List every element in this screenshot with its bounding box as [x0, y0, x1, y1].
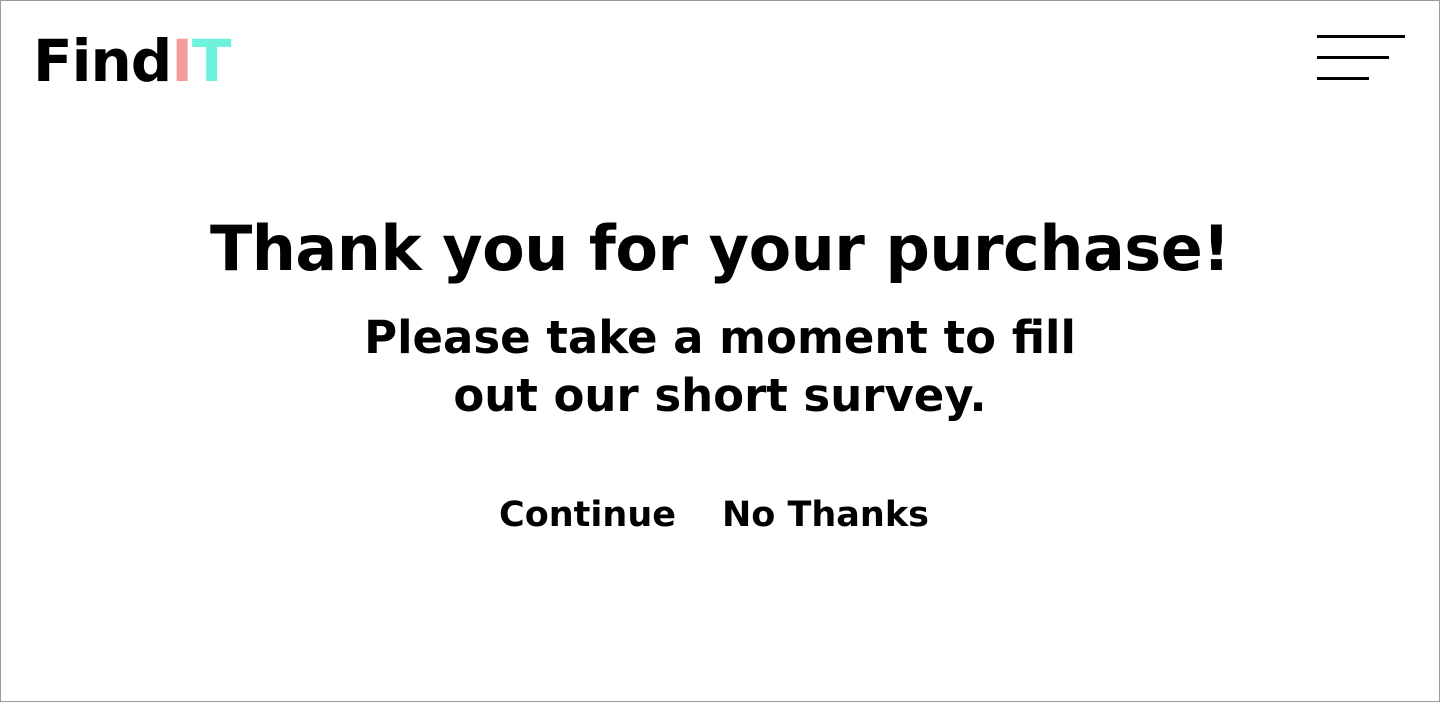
menu-bar-top — [1317, 35, 1405, 38]
hamburger-menu-icon[interactable] — [1317, 31, 1407, 83]
brand-logo[interactable]: FindIT — [33, 25, 232, 97]
logo-letter-t: T — [191, 27, 232, 95]
menu-bar-bottom — [1317, 77, 1369, 80]
survey-prompt-line-1: Please take a moment to fill — [364, 311, 1076, 364]
menu-bar-middle — [1317, 56, 1389, 59]
logo-letter-i: I — [171, 27, 193, 95]
logo-text-find: Find — [33, 27, 172, 95]
continue-button[interactable]: Continue — [499, 493, 676, 537]
page-title: Thank you for your purchase! — [209, 211, 1231, 285]
survey-prompt: Please take a moment to fill out our sho… — [1, 309, 1439, 425]
page-frame: FindIT Thank you for your purchase! Plea… — [0, 0, 1440, 702]
no-thanks-button[interactable]: No Thanks — [722, 493, 929, 537]
action-buttons: Continue No Thanks — [1, 493, 1439, 537]
survey-prompt-line-2: out our short survey. — [453, 369, 987, 422]
